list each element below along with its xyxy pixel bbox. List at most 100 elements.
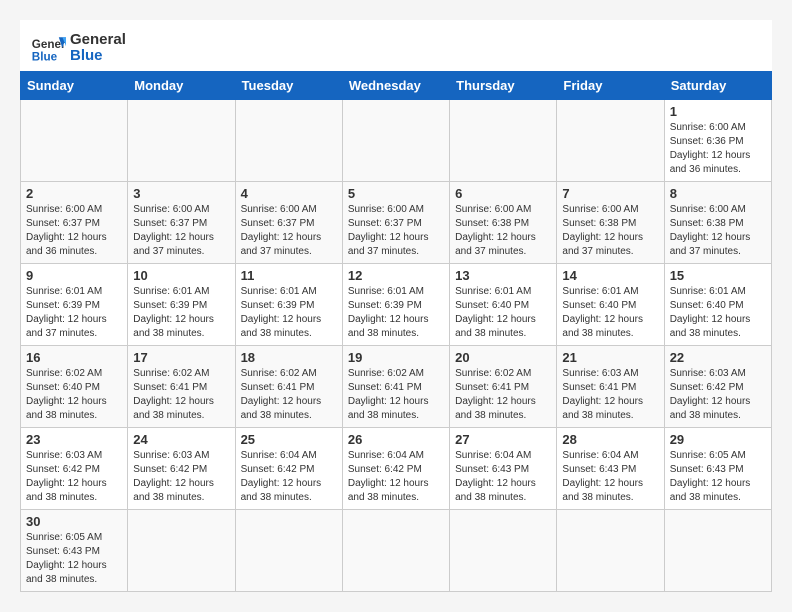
day-info: Sunrise: 6:04 AM Sunset: 6:43 PM Dayligh… (455, 449, 551, 505)
day-info: Sunrise: 6:02 AM Sunset: 6:41 PM Dayligh… (348, 367, 444, 423)
col-header-monday: Monday (128, 72, 235, 100)
day-info: Sunrise: 6:01 AM Sunset: 6:39 PM Dayligh… (133, 285, 229, 341)
calendar-cell: 3 Sunrise: 6:00 AM Sunset: 6:37 PM Daylig… (128, 182, 235, 264)
day-number: 17 (133, 350, 229, 365)
day-info: Sunrise: 6:03 AM Sunset: 6:42 PM Dayligh… (26, 449, 122, 505)
calendar-cell (21, 100, 128, 182)
calendar-cell: 12Sunrise: 6:01 AM Sunset: 6:39 PM Dayli… (342, 264, 449, 346)
day-info: Sunrise: 6:03 AM Sunset: 6:42 PM Dayligh… (133, 449, 229, 505)
day-number: 9 (26, 268, 122, 283)
calendar-week-row: 30 Sunrise: 6:05 AM Sunset: 6:43 PM Dayli… (21, 510, 772, 592)
calendar-cell: 27 Sunrise: 6:04 AM Sunset: 6:43 PM Dayli… (450, 428, 557, 510)
day-info: Sunrise: 6:00 AM Sunset: 6:37 PM Dayligh… (26, 203, 122, 259)
calendar-cell (128, 100, 235, 182)
calendar-table: SundayMondayTuesdayWednesdayThursdayFrid… (20, 71, 772, 592)
logo-blue-text: Blue (70, 48, 126, 65)
calendar-cell: 13 Sunrise: 6:01 AM Sunset: 6:40 PM Dayli… (450, 264, 557, 346)
calendar-cell: 4Sunrise: 6:00 AM Sunset: 6:37 PM Daylig… (235, 182, 342, 264)
calendar-cell (342, 510, 449, 592)
day-info: Sunrise: 6:04 AM Sunset: 6:42 PM Dayligh… (241, 449, 337, 505)
calendar-cell: 15Sunrise: 6:01 AM Sunset: 6:40 PM Dayli… (664, 264, 771, 346)
day-info: Sunrise: 6:02 AM Sunset: 6:40 PM Dayligh… (26, 367, 122, 423)
calendar-cell: 24Sunrise: 6:03 AM Sunset: 6:42 PM Dayli… (128, 428, 235, 510)
calendar-cell: 26Sunrise: 6:04 AM Sunset: 6:42 PM Dayli… (342, 428, 449, 510)
day-info: Sunrise: 6:01 AM Sunset: 6:40 PM Dayligh… (455, 285, 551, 341)
calendar-cell: 18Sunrise: 6:02 AM Sunset: 6:41 PM Dayli… (235, 346, 342, 428)
day-number: 20 (455, 350, 551, 365)
calendar-page: General Blue General Blue SundayMondayTu… (20, 20, 772, 592)
day-info: Sunrise: 6:02 AM Sunset: 6:41 PM Dayligh… (133, 367, 229, 423)
day-number: 11 (241, 268, 337, 283)
day-number: 23 (26, 432, 122, 447)
day-number: 29 (670, 432, 766, 447)
calendar-cell: 14 Sunrise: 6:01 AM Sunset: 6:40 PM Dayli… (557, 264, 664, 346)
calendar-cell (664, 510, 771, 592)
day-number: 8 (670, 186, 766, 201)
day-number: 1 (670, 104, 766, 119)
day-info: Sunrise: 6:05 AM Sunset: 6:43 PM Dayligh… (26, 531, 122, 587)
calendar-cell: 1 Sunrise: 6:00 AM Sunset: 6:36 PM Daylig… (664, 100, 771, 182)
calendar-cell: 25 Sunrise: 6:04 AM Sunset: 6:42 PM Dayli… (235, 428, 342, 510)
day-number: 10 (133, 268, 229, 283)
day-info: Sunrise: 6:05 AM Sunset: 6:43 PM Dayligh… (670, 449, 766, 505)
header: General Blue General Blue (20, 20, 772, 71)
col-header-saturday: Saturday (664, 72, 771, 100)
calendar-cell: 2 Sunrise: 6:00 AM Sunset: 6:37 PM Daylig… (21, 182, 128, 264)
calendar-cell (342, 100, 449, 182)
calendar-cell: 20 Sunrise: 6:02 AM Sunset: 6:41 PM Dayli… (450, 346, 557, 428)
calendar-cell: 8Sunrise: 6:00 AM Sunset: 6:38 PM Daylig… (664, 182, 771, 264)
calendar-cell: 6 Sunrise: 6:00 AM Sunset: 6:38 PM Daylig… (450, 182, 557, 264)
day-info: Sunrise: 6:01 AM Sunset: 6:39 PM Dayligh… (241, 285, 337, 341)
calendar-cell (450, 510, 557, 592)
calendar-cell: 30 Sunrise: 6:05 AM Sunset: 6:43 PM Dayli… (21, 510, 128, 592)
calendar-cell: 22 Sunrise: 6:03 AM Sunset: 6:42 PM Dayli… (664, 346, 771, 428)
day-number: 2 (26, 186, 122, 201)
day-info: Sunrise: 6:00 AM Sunset: 6:36 PM Dayligh… (670, 121, 766, 177)
day-info: Sunrise: 6:04 AM Sunset: 6:42 PM Dayligh… (348, 449, 444, 505)
day-info: Sunrise: 6:04 AM Sunset: 6:43 PM Dayligh… (562, 449, 658, 505)
calendar-cell (557, 100, 664, 182)
day-info: Sunrise: 6:01 AM Sunset: 6:40 PM Dayligh… (562, 285, 658, 341)
col-header-sunday: Sunday (21, 72, 128, 100)
day-number: 16 (26, 350, 122, 365)
day-number: 12 (348, 268, 444, 283)
day-info: Sunrise: 6:00 AM Sunset: 6:37 PM Dayligh… (348, 203, 444, 259)
day-number: 27 (455, 432, 551, 447)
day-info: Sunrise: 6:00 AM Sunset: 6:38 PM Dayligh… (562, 203, 658, 259)
day-number: 28 (562, 432, 658, 447)
calendar-cell (235, 100, 342, 182)
calendar-cell: 29 Sunrise: 6:05 AM Sunset: 6:43 PM Dayli… (664, 428, 771, 510)
day-number: 3 (133, 186, 229, 201)
day-number: 13 (455, 268, 551, 283)
day-number: 4 (241, 186, 337, 201)
day-info: Sunrise: 6:02 AM Sunset: 6:41 PM Dayligh… (241, 367, 337, 423)
calendar-cell: 10 Sunrise: 6:01 AM Sunset: 6:39 PM Dayli… (128, 264, 235, 346)
day-number: 22 (670, 350, 766, 365)
calendar-week-row: 9 Sunrise: 6:01 AM Sunset: 6:39 PM Daylig… (21, 264, 772, 346)
col-header-tuesday: Tuesday (235, 72, 342, 100)
day-info: Sunrise: 6:00 AM Sunset: 6:38 PM Dayligh… (455, 203, 551, 259)
col-header-thursday: Thursday (450, 72, 557, 100)
day-number: 6 (455, 186, 551, 201)
day-number: 25 (241, 432, 337, 447)
calendar-cell (557, 510, 664, 592)
day-info: Sunrise: 6:02 AM Sunset: 6:41 PM Dayligh… (455, 367, 551, 423)
calendar-cell: 19 Sunrise: 6:02 AM Sunset: 6:41 PM Dayli… (342, 346, 449, 428)
calendar-cell: 17 Sunrise: 6:02 AM Sunset: 6:41 PM Dayli… (128, 346, 235, 428)
calendar-cell (235, 510, 342, 592)
calendar-cell: 21Sunrise: 6:03 AM Sunset: 6:41 PM Dayli… (557, 346, 664, 428)
day-number: 30 (26, 514, 122, 529)
calendar-week-row: 16 Sunrise: 6:02 AM Sunset: 6:40 PM Dayli… (21, 346, 772, 428)
day-info: Sunrise: 6:01 AM Sunset: 6:39 PM Dayligh… (26, 285, 122, 341)
calendar-cell (450, 100, 557, 182)
calendar-cell: 28 Sunrise: 6:04 AM Sunset: 6:43 PM Dayli… (557, 428, 664, 510)
day-number: 5 (348, 186, 444, 201)
logo: General Blue General Blue (30, 30, 126, 66)
col-header-friday: Friday (557, 72, 664, 100)
day-info: Sunrise: 6:00 AM Sunset: 6:37 PM Dayligh… (133, 203, 229, 259)
day-number: 14 (562, 268, 658, 283)
day-info: Sunrise: 6:03 AM Sunset: 6:41 PM Dayligh… (562, 367, 658, 423)
day-number: 19 (348, 350, 444, 365)
calendar-cell: 7Sunrise: 6:00 AM Sunset: 6:38 PM Daylig… (557, 182, 664, 264)
day-info: Sunrise: 6:03 AM Sunset: 6:42 PM Dayligh… (670, 367, 766, 423)
